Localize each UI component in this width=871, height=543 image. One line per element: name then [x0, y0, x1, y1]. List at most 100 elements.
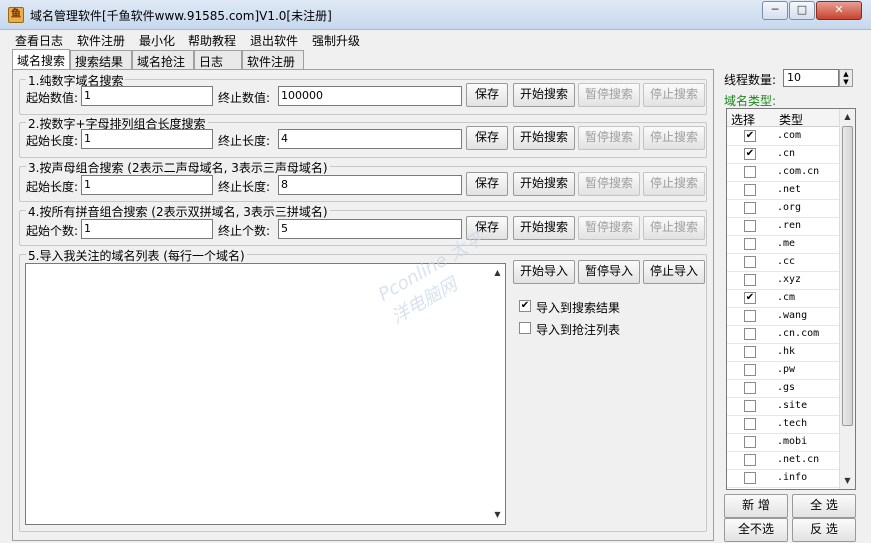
domain-type-row[interactable]: .com.cn [727, 164, 839, 182]
menu-view-log[interactable]: 查看日志 [15, 32, 63, 49]
domain-type-checkbox[interactable]: ✔ [744, 292, 756, 304]
list-scrollbar[interactable]: ▲ ▼ [839, 109, 855, 489]
tab-log[interactable]: 日志 [194, 50, 242, 70]
minimize-button[interactable]: ─ [762, 1, 788, 20]
scroll-up-icon[interactable]: ▲ [840, 109, 855, 125]
tab-domain-search[interactable]: 域名搜索 [12, 49, 70, 70]
tab-search-results[interactable]: 搜索结果 [70, 50, 132, 70]
save-button[interactable]: 保存 [466, 83, 508, 107]
stop-search-button[interactable]: 停止搜索 [643, 216, 705, 240]
domain-type-row[interactable]: .cc [727, 254, 839, 272]
domain-type-row[interactable]: .cn.com [727, 326, 839, 344]
stop-import-button[interactable]: 停止导入 [643, 260, 705, 284]
spin-up-icon[interactable]: ▲ [840, 70, 852, 78]
pause-search-button[interactable]: 暂停搜索 [578, 216, 640, 240]
scroll-down-icon[interactable]: ▼ [490, 507, 505, 523]
start-import-button[interactable]: 开始导入 [513, 260, 575, 284]
threads-spinner[interactable]: ▲ ▼ [839, 69, 853, 87]
domain-type-checkbox[interactable] [744, 274, 756, 286]
domain-type-checkbox[interactable] [744, 310, 756, 322]
domain-type-row[interactable]: .tech [727, 416, 839, 434]
tab-software-register[interactable]: 软件注册 [242, 50, 304, 70]
domain-type-list[interactable]: 选择 类型 ✔ .com ✔ .cn .com.cn .net .org .ren .me .cc… [726, 108, 856, 490]
save-button[interactable]: 保存 [466, 126, 508, 150]
domain-type-checkbox[interactable] [744, 418, 756, 430]
invert-selection-button[interactable]: 反 选 [792, 518, 856, 542]
domain-type-row[interactable]: ✔ .cn [727, 146, 839, 164]
menu-register[interactable]: 软件注册 [77, 32, 125, 49]
start-search-button[interactable]: 开始搜索 [513, 83, 575, 107]
domain-type-row[interactable]: ✔ .com [727, 128, 839, 146]
domain-type-checkbox[interactable] [744, 382, 756, 394]
domain-type-value: .site [777, 400, 808, 411]
menu-minimize[interactable]: 最小化 [139, 32, 175, 49]
spin-down-icon[interactable]: ▼ [840, 78, 852, 86]
domain-type-row[interactable]: .xyz [727, 272, 839, 290]
scroll-thumb[interactable] [842, 126, 853, 426]
start-length-input[interactable]: 1 [81, 129, 213, 149]
domain-type-value: .wang [777, 310, 808, 321]
domain-type-row[interactable]: .wang [727, 308, 839, 326]
domain-type-checkbox[interactable] [744, 238, 756, 250]
domain-type-checkbox[interactable] [744, 256, 756, 268]
scroll-down-icon[interactable]: ▼ [840, 473, 855, 489]
end-length-input[interactable]: 4 [278, 129, 462, 149]
domain-type-checkbox[interactable] [744, 202, 756, 214]
domain-type-checkbox[interactable] [744, 364, 756, 376]
add-button[interactable]: 新 增 [724, 494, 788, 518]
domain-type-checkbox[interactable] [744, 400, 756, 412]
title-bar[interactable]: 鱼 域名管理软件[千鱼软件www.91585.com]V1.0[未注册] ─ □… [0, 0, 871, 30]
domain-type-checkbox[interactable] [744, 346, 756, 358]
domain-type-row[interactable]: .org [727, 200, 839, 218]
select-all-button[interactable]: 全 选 [792, 494, 856, 518]
pause-search-button[interactable]: 暂停搜索 [578, 126, 640, 150]
save-button[interactable]: 保存 [466, 172, 508, 196]
pause-search-button[interactable]: 暂停搜索 [578, 83, 640, 107]
domain-type-row[interactable]: .me [727, 236, 839, 254]
maximize-button[interactable]: □ [789, 1, 815, 20]
tab-domain-snipe[interactable]: 域名抢注 [132, 50, 194, 70]
end-length-input[interactable]: 8 [278, 175, 462, 195]
start-search-button[interactable]: 开始搜索 [513, 126, 575, 150]
domain-type-checkbox[interactable]: ✔ [744, 148, 756, 160]
domain-type-checkbox[interactable]: ✔ [744, 130, 756, 142]
import-to-results-checkbox[interactable]: ✔ [519, 300, 531, 312]
domain-type-checkbox[interactable] [744, 166, 756, 178]
end-value-input[interactable]: 100000 [278, 86, 462, 106]
textarea-scrollbar[interactable]: ▲ ▼ [490, 265, 504, 523]
pause-import-button[interactable]: 暂停导入 [578, 260, 640, 284]
close-button[interactable]: ✕ [816, 1, 862, 20]
domain-type-checkbox[interactable] [744, 184, 756, 196]
threads-input[interactable]: 10 [783, 69, 839, 87]
start-value-input[interactable]: 1 [81, 86, 213, 106]
domain-type-row[interactable]: .pw [727, 362, 839, 380]
import-to-snipe-checkbox[interactable] [519, 322, 531, 334]
domain-type-row[interactable]: .net [727, 182, 839, 200]
menu-exit[interactable]: 退出软件 [250, 32, 298, 49]
domain-type-row[interactable]: .net.cn [727, 452, 839, 470]
domain-type-row[interactable]: .info [727, 470, 839, 488]
domain-type-row[interactable]: .site [727, 398, 839, 416]
start-length-input[interactable]: 1 [81, 175, 213, 195]
domain-type-checkbox[interactable] [744, 328, 756, 340]
stop-search-button[interactable]: 停止搜索 [643, 126, 705, 150]
stop-search-button[interactable]: 停止搜索 [643, 172, 705, 196]
start-search-button[interactable]: 开始搜索 [513, 216, 575, 240]
domain-type-row[interactable]: ✔ .cm [727, 290, 839, 308]
menu-help[interactable]: 帮助教程 [188, 32, 236, 49]
domain-type-checkbox[interactable] [744, 220, 756, 232]
domain-type-row[interactable]: .hk [727, 344, 839, 362]
domain-type-row[interactable]: .ren [727, 218, 839, 236]
domain-type-checkbox[interactable] [744, 454, 756, 466]
end-count-input[interactable]: 5 [278, 219, 462, 239]
domain-type-row[interactable]: .mobi [727, 434, 839, 452]
domain-type-checkbox[interactable] [744, 472, 756, 484]
domain-type-row[interactable]: .gs [727, 380, 839, 398]
menu-force-upgrade[interactable]: 强制升级 [312, 32, 360, 49]
start-count-input[interactable]: 1 [81, 219, 213, 239]
select-none-button[interactable]: 全不选 [724, 518, 788, 542]
stop-search-button[interactable]: 停止搜索 [643, 83, 705, 107]
pause-search-button[interactable]: 暂停搜索 [578, 172, 640, 196]
start-search-button[interactable]: 开始搜索 [513, 172, 575, 196]
domain-type-checkbox[interactable] [744, 436, 756, 448]
